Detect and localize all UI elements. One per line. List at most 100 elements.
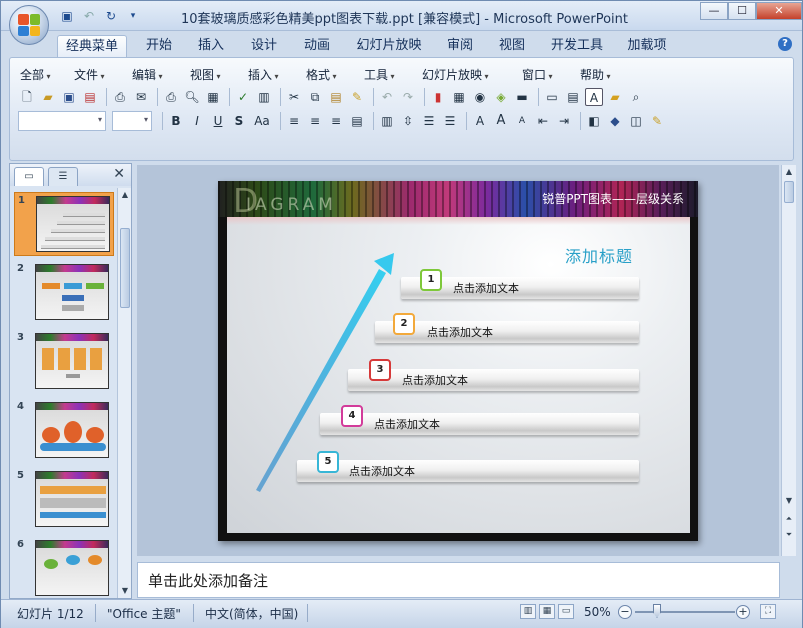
- redo-icon[interactable]: ↻: [103, 8, 119, 24]
- maximize-button[interactable]: ☐: [728, 2, 756, 20]
- menu-file[interactable]: 文件: [74, 66, 128, 84]
- language-status[interactable]: 中文(简体，中国): [205, 605, 298, 622]
- step-1-label[interactable]: 点击添加文本: [453, 280, 519, 296]
- menu-all[interactable]: 全部: [20, 66, 70, 84]
- notes-placeholder[interactable]: 单击此处添加备注: [148, 570, 268, 591]
- research-icon[interactable]: ▦: [204, 88, 222, 106]
- preview-icon[interactable]: 🔍︎: [183, 88, 201, 106]
- tab-slide-show[interactable]: 幻灯片放映: [353, 35, 425, 57]
- align-center-icon[interactable]: ≡: [306, 112, 324, 130]
- font-name-combo[interactable]: [18, 111, 106, 131]
- zoom-icon[interactable]: ⌕: [627, 88, 645, 106]
- chart-icon[interactable]: ▮: [429, 88, 447, 106]
- scroll-thumb[interactable]: [120, 228, 130, 308]
- menu-tools[interactable]: 工具: [364, 66, 418, 84]
- zoom-slider-thumb[interactable]: [653, 604, 661, 618]
- step-2-label[interactable]: 点击添加文本: [427, 324, 493, 340]
- columns-icon[interactable]: ▥: [378, 112, 396, 130]
- table-icon[interactable]: ▦: [450, 88, 468, 106]
- close-button[interactable]: ✕: [756, 2, 802, 20]
- panel-scrollbar[interactable]: ▲ ▼: [117, 188, 131, 598]
- tab-design[interactable]: 设计: [242, 35, 286, 57]
- paste-icon[interactable]: ▤: [327, 88, 345, 106]
- email-icon[interactable]: ✉: [132, 88, 150, 106]
- spelling-icon[interactable]: ✓: [234, 88, 252, 106]
- font-size-combo[interactable]: [112, 111, 152, 131]
- grow-font-icon[interactable]: A: [492, 112, 510, 130]
- zoom-out-icon[interactable]: −: [618, 605, 632, 619]
- increase-indent-icon[interactable]: ⇥: [555, 112, 573, 130]
- open-icon[interactable]: ▰: [39, 88, 57, 106]
- research-book-icon[interactable]: ▥: [255, 88, 273, 106]
- print-icon[interactable]: ⎙: [162, 88, 180, 106]
- tab-insert[interactable]: 插入: [189, 35, 233, 57]
- slides-tab[interactable]: ▭: [14, 167, 44, 186]
- line-icon[interactable]: ▬: [513, 88, 531, 106]
- normal-view-icon[interactable]: ▥: [520, 604, 536, 619]
- help-icon[interactable]: ?: [778, 37, 792, 51]
- tab-view[interactable]: 视图: [490, 35, 534, 57]
- scroll-up-icon[interactable]: ▲: [119, 189, 131, 201]
- format-painter-icon[interactable]: ✎: [348, 88, 366, 106]
- scroll-down-icon[interactable]: ▼: [119, 585, 131, 597]
- slide-thumbnail[interactable]: 2: [14, 261, 114, 325]
- step-3[interactable]: 点击添加文本: [348, 369, 639, 391]
- step-5-label[interactable]: 点击添加文本: [349, 463, 415, 479]
- line-spacing-icon[interactable]: ⇳: [399, 112, 417, 130]
- new-slide-icon[interactable]: ▭: [543, 88, 561, 106]
- canvas-scrollbar[interactable]: ▲ ▼ ⏶ ⏷: [781, 165, 796, 556]
- previous-slide-icon[interactable]: ⏶: [783, 513, 795, 525]
- decrease-indent-icon[interactable]: ⇤: [534, 112, 552, 130]
- step-3-label[interactable]: 点击添加文本: [402, 372, 468, 388]
- slide[interactable]: D IAGRAM 锐普PPT图表——层级关系 添加标题 点击添加文本 1 点击添…: [218, 181, 698, 541]
- zoom-slider-track[interactable]: [635, 611, 735, 613]
- scroll-down-icon[interactable]: ▼: [783, 495, 795, 507]
- permission-icon[interactable]: ▤: [81, 88, 99, 106]
- scroll-up-icon[interactable]: ▲: [783, 166, 795, 178]
- menu-insert[interactable]: 插入: [248, 66, 302, 84]
- save-icon[interactable]: ▣: [60, 88, 78, 106]
- slide-thumbnail[interactable]: 1: [14, 192, 114, 256]
- office-button[interactable]: [9, 5, 49, 45]
- bullets-icon[interactable]: ☰: [441, 112, 459, 130]
- font-color-icon[interactable]: A: [471, 112, 489, 130]
- tab-animations[interactable]: 动画: [295, 35, 339, 57]
- redo-icon[interactable]: ↷: [399, 88, 417, 106]
- underline-icon[interactable]: U: [209, 112, 227, 130]
- change-case-icon[interactable]: Aa: [251, 112, 273, 130]
- customize-qat-icon[interactable]: ▾: [125, 8, 141, 24]
- copy-icon[interactable]: ⧉: [306, 88, 324, 106]
- menu-view[interactable]: 视图: [190, 66, 244, 84]
- justify-icon[interactable]: ▤: [348, 112, 366, 130]
- bold-icon[interactable]: B: [167, 112, 185, 130]
- shape-effects-icon[interactable]: ✎: [648, 112, 666, 130]
- quick-styles-icon[interactable]: ◫: [627, 112, 645, 130]
- slide-show-icon[interactable]: ▭: [558, 604, 574, 619]
- hyperlink-icon[interactable]: ◉: [471, 88, 489, 106]
- print-preview-icon[interactable]: ⎙: [111, 88, 129, 106]
- cut-icon[interactable]: ✂: [285, 88, 303, 106]
- tab-review[interactable]: 审阅: [438, 35, 482, 57]
- align-right-icon[interactable]: ≡: [327, 112, 345, 130]
- tab-add-ins[interactable]: 加载项: [621, 35, 673, 57]
- slide-thumbnail[interactable]: 5: [14, 468, 114, 532]
- slide-thumbnail[interactable]: 6: [14, 537, 114, 598]
- slide-thumbnail[interactable]: 3: [14, 330, 114, 394]
- step-5[interactable]: 点击添加文本: [297, 460, 639, 482]
- menu-format[interactable]: 格式: [306, 66, 360, 84]
- slide-sorter-icon[interactable]: ▦: [539, 604, 555, 619]
- shapes-icon[interactable]: ◧: [585, 112, 603, 130]
- align-left-icon[interactable]: ≡: [285, 112, 303, 130]
- tab-developer[interactable]: 开发工具: [546, 35, 608, 57]
- arrange-icon[interactable]: ◆: [606, 112, 624, 130]
- step-4-label[interactable]: 点击添加文本: [374, 416, 440, 432]
- slide-thumbnail[interactable]: 4: [14, 399, 114, 463]
- menu-help[interactable]: 帮助: [580, 66, 634, 84]
- menu-slide-show[interactable]: 幻灯片放映: [422, 66, 518, 84]
- scroll-thumb[interactable]: [784, 181, 794, 203]
- folder-icon[interactable]: ▰: [606, 88, 624, 106]
- zoom-level[interactable]: 50%: [584, 605, 611, 619]
- color-icon[interactable]: ◈: [492, 88, 510, 106]
- undo-icon[interactable]: ↶: [378, 88, 396, 106]
- step-4[interactable]: 点击添加文本: [320, 413, 639, 435]
